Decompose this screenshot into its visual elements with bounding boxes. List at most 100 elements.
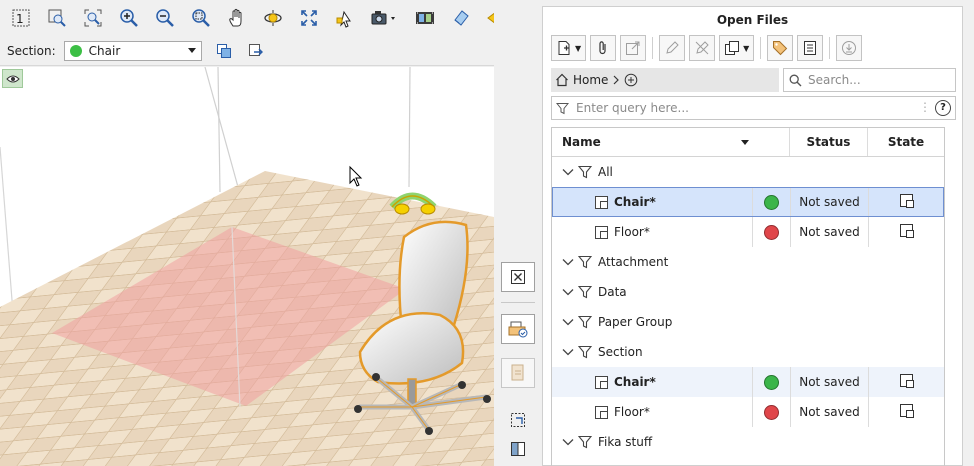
filter-icon bbox=[578, 314, 594, 330]
name-cell: Chair* bbox=[552, 187, 752, 217]
group-row[interactable]: Section bbox=[552, 337, 944, 367]
color-cell bbox=[752, 367, 790, 397]
group-label: Section bbox=[598, 345, 643, 359]
filter-icon bbox=[578, 164, 594, 180]
chevron-down-icon[interactable] bbox=[562, 258, 574, 266]
state-icon[interactable] bbox=[899, 403, 915, 422]
state-icon[interactable] bbox=[899, 223, 915, 242]
section-dropdown[interactable]: Chair bbox=[63, 40, 202, 61]
chevron-down-icon[interactable] bbox=[562, 318, 574, 326]
color-cell bbox=[752, 187, 790, 217]
printer-check-icon bbox=[508, 321, 528, 338]
close-panel-button[interactable] bbox=[501, 262, 535, 292]
zoom-extents-icon[interactable] bbox=[80, 5, 106, 31]
edit-button[interactable] bbox=[659, 35, 686, 61]
open-external-button[interactable] bbox=[620, 35, 647, 61]
zoom-in-icon[interactable] bbox=[116, 5, 142, 31]
document-sync-icon bbox=[511, 364, 524, 381]
chevron-down-icon[interactable] bbox=[562, 438, 574, 446]
files-table: Name Status State All Chair* Not saved Floo… bbox=[551, 127, 945, 466]
table-header: Name Status State bbox=[552, 128, 944, 157]
split-view-button[interactable] bbox=[501, 434, 535, 464]
search-input[interactable] bbox=[808, 73, 938, 87]
new-file-button[interactable]: ▼ bbox=[551, 35, 587, 61]
state-icon[interactable] bbox=[899, 373, 915, 392]
file-label: Chair* bbox=[614, 375, 656, 389]
delete-button[interactable] bbox=[689, 35, 716, 61]
search-box[interactable] bbox=[783, 68, 956, 92]
help-icon[interactable]: ? bbox=[935, 100, 951, 116]
chevron-down-icon[interactable] bbox=[562, 288, 574, 296]
attach-button[interactable] bbox=[590, 35, 617, 61]
chevron-down-icon[interactable] bbox=[562, 348, 574, 356]
group-row[interactable]: Attachment bbox=[552, 247, 944, 277]
download-button[interactable] bbox=[836, 35, 863, 61]
chevron-down-icon[interactable] bbox=[562, 168, 574, 176]
zoom-selection-icon[interactable] bbox=[188, 5, 214, 31]
group-label: Data bbox=[598, 285, 627, 299]
file-row[interactable]: Floor* Not saved bbox=[552, 397, 944, 427]
group-label: Attachment bbox=[598, 255, 669, 269]
visibility-toggle-button[interactable] bbox=[2, 69, 23, 88]
copy-button[interactable]: ▼ bbox=[719, 35, 755, 61]
open-files-panel: Open Files ▼ ▼ Home Search... Enter quer… bbox=[542, 6, 963, 466]
filter-icon bbox=[578, 254, 594, 270]
add-circle-icon[interactable] bbox=[624, 73, 638, 87]
column-header-state[interactable]: State bbox=[868, 128, 944, 156]
state-icon[interactable] bbox=[899, 193, 915, 212]
zoom-window-icon[interactable] bbox=[44, 5, 70, 31]
fit-1-icon[interactable]: 1 bbox=[8, 5, 34, 31]
query-box[interactable]: ⋮ ? bbox=[551, 96, 956, 120]
open-external-icon bbox=[626, 41, 640, 55]
filmstrip-icon[interactable] bbox=[412, 5, 438, 31]
file-label: Floor* bbox=[614, 405, 650, 419]
column-header-status[interactable]: Status bbox=[790, 128, 868, 156]
sort-down-icon bbox=[741, 140, 749, 145]
search-icon bbox=[789, 74, 802, 86]
group-row[interactable]: All bbox=[552, 157, 944, 187]
orbit-icon[interactable] bbox=[260, 5, 286, 31]
pan-hand-icon[interactable] bbox=[224, 5, 250, 31]
group-row[interactable]: Fika stuff bbox=[552, 427, 944, 457]
split-view-icon bbox=[511, 442, 525, 456]
state-cell bbox=[868, 187, 944, 217]
group-label: Paper Group bbox=[598, 315, 673, 329]
eraser-icon[interactable] bbox=[448, 5, 474, 31]
new-file-icon bbox=[558, 41, 570, 55]
pointer-add-icon[interactable] bbox=[332, 5, 358, 31]
group-row[interactable]: Paper Group bbox=[552, 307, 944, 337]
file-row[interactable]: Chair* Not saved bbox=[552, 187, 944, 217]
export-icon bbox=[248, 43, 263, 56]
section-manage-button[interactable] bbox=[214, 41, 234, 61]
status-cell: Not saved bbox=[790, 367, 868, 397]
section-label: Section: bbox=[7, 43, 56, 58]
properties-button[interactable] bbox=[797, 35, 824, 61]
tag-button[interactable] bbox=[767, 35, 794, 61]
query-input[interactable] bbox=[576, 101, 896, 115]
print-check-button[interactable] bbox=[501, 314, 535, 344]
name-cell: All bbox=[552, 157, 944, 187]
fullscreen-icon[interactable] bbox=[296, 5, 322, 31]
section-export-button[interactable] bbox=[246, 41, 266, 61]
file-icon bbox=[594, 374, 610, 390]
more-options-icon[interactable]: ⋮ bbox=[919, 100, 931, 114]
zoom-out-icon[interactable] bbox=[152, 5, 178, 31]
camera-icon[interactable] bbox=[368, 5, 402, 31]
select-region-button[interactable] bbox=[501, 405, 535, 435]
column-header-name[interactable]: Name bbox=[552, 128, 790, 156]
arrow-left-icon[interactable] bbox=[484, 5, 494, 31]
file-row[interactable]: Chair* Not saved bbox=[552, 367, 944, 397]
file-row[interactable]: Floor* Not saved bbox=[552, 217, 944, 247]
refresh-disabled-button[interactable] bbox=[501, 358, 535, 388]
group-label: All bbox=[598, 165, 613, 179]
3d-viewport[interactable] bbox=[0, 67, 494, 466]
home-icon[interactable] bbox=[555, 73, 569, 87]
chevron-right-icon bbox=[614, 75, 620, 85]
breadcrumb-home[interactable]: Home bbox=[573, 73, 608, 87]
chevron-down-icon: ▼ bbox=[575, 43, 582, 53]
list-document-icon bbox=[804, 41, 817, 55]
file-icon bbox=[594, 194, 610, 210]
group-row[interactable]: Data bbox=[552, 277, 944, 307]
panel-title: Open Files bbox=[716, 13, 789, 27]
layers-icon bbox=[216, 43, 231, 58]
